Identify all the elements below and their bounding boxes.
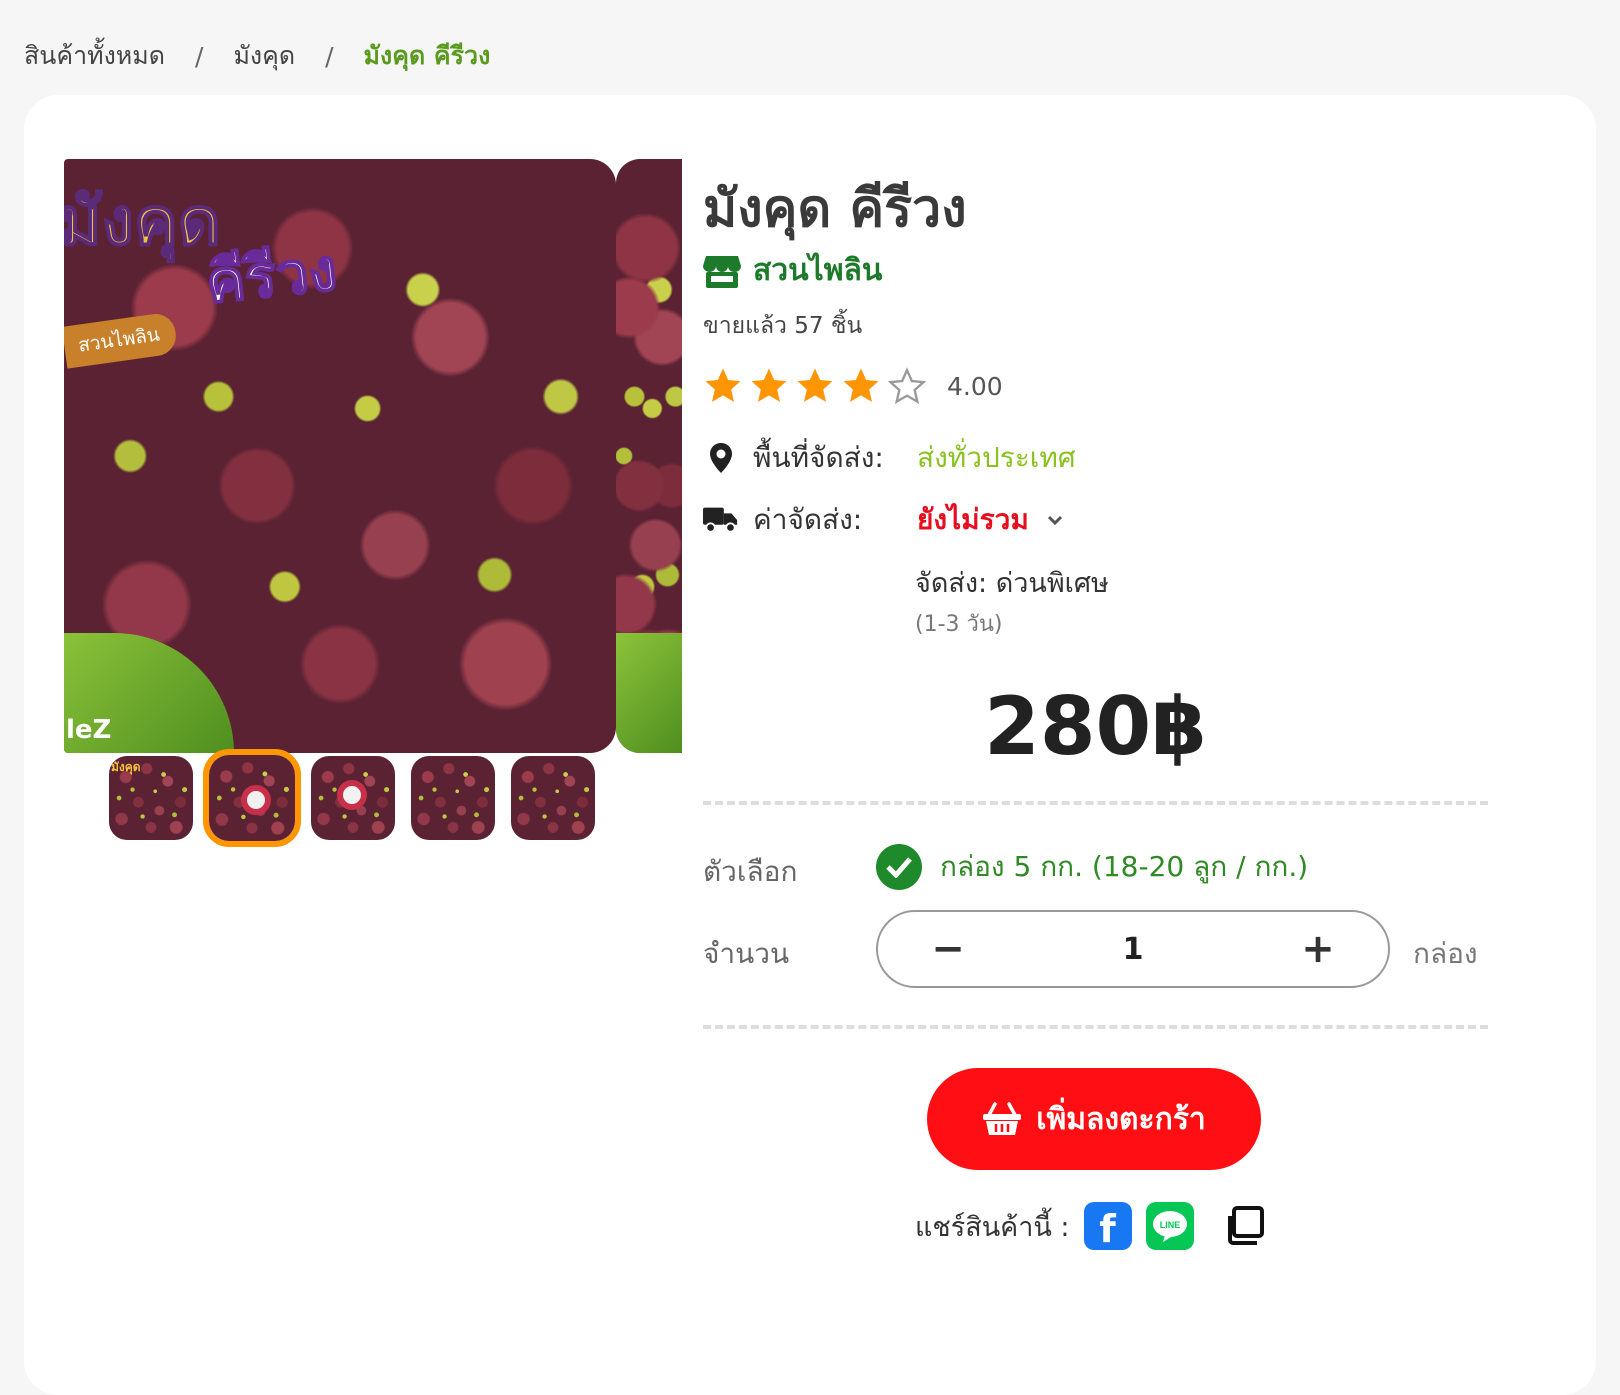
thumbnail-2[interactable] <box>203 749 301 847</box>
shipping-area-label: พื้นที่จัดส่ง: <box>753 441 884 474</box>
divider <box>703 801 1488 805</box>
quantity-unit: กล่อง <box>1413 937 1478 970</box>
shipping-fee-label: ค่าจัดส่ง: <box>753 503 863 536</box>
shipping-area-value: ส่งทั่วประเทศ <box>917 441 1076 474</box>
image-brand-text: leZ <box>66 715 112 745</box>
breadcrumb-all[interactable]: สินค้าทั้งหมด <box>24 36 165 76</box>
breadcrumb-category[interactable]: มังคุด <box>233 36 295 76</box>
rating: 4.00 <box>703 366 1003 406</box>
star-filled-icon <box>751 368 787 402</box>
check-circle-icon <box>876 844 922 890</box>
star-empty-icon <box>887 367 927 405</box>
thumbnail-fruit-cut <box>241 785 271 815</box>
rating-value: 4.00 <box>947 371 1003 401</box>
facebook-glyph: f <box>1099 1207 1116 1251</box>
divider <box>703 1025 1488 1029</box>
shipping-area-row: พื้นที่จัดส่ง: ส่งทั่วประเทศ <box>703 436 1076 480</box>
map-pin-icon <box>703 440 739 476</box>
truck-icon <box>703 502 739 538</box>
star-filled-icon <box>843 368 879 402</box>
chevron-down-icon[interactable] <box>1047 512 1063 528</box>
thumbnail-strip: มังคุด <box>109 749 595 847</box>
facebook-icon[interactable]: f <box>1083 1202 1132 1251</box>
image-title-line2: คีรีวง <box>202 234 341 317</box>
option-value: กล่อง 5 กก. (18-20 ลูก / กก.) <box>940 850 1309 883</box>
sold-count: ขายแล้ว 57 ชิ้น <box>703 313 863 339</box>
breadcrumb-separator: / <box>195 41 204 71</box>
product-main-image[interactable]: มังคุด คีรีวง สวนไพลิน leZ <box>64 159 616 753</box>
thumbnail-fruit-cut <box>337 780 367 810</box>
add-to-cart-label: เพิ่มลงตะกร้า <box>1036 1101 1206 1137</box>
shop-name: สวนไพลิน <box>753 253 883 288</box>
line-icon[interactable]: LINE <box>1145 1202 1194 1250</box>
shop-link[interactable]: สวนไพลิน <box>703 247 882 294</box>
product-next-image[interactable] <box>616 159 682 753</box>
shipping-days: (1-3 วัน) <box>915 612 1003 637</box>
star-filled-icon <box>705 368 741 402</box>
share-bar: แชร์สินค้านี้ : f LINE <box>915 1202 1270 1251</box>
thumbnail-4[interactable] <box>411 756 495 840</box>
thumbnail-image <box>411 756 495 840</box>
thumbnail-3[interactable] <box>311 756 395 840</box>
share-label: แชร์สินค้านี้ : <box>915 1211 1070 1243</box>
thumbnail-image <box>511 756 595 840</box>
add-to-cart-button[interactable]: เพิ่มลงตะกร้า <box>927 1068 1261 1170</box>
quantity-stepper: − 1 + <box>876 910 1390 988</box>
star-filled-icon <box>797 368 833 402</box>
breadcrumb-current: มังคุด คีรีวง <box>363 41 491 70</box>
quantity-minus-button[interactable]: − <box>928 926 968 972</box>
store-icon <box>703 255 741 288</box>
thumbnail-1[interactable]: มังคุด <box>109 756 193 840</box>
product-title: มังคุด คีรีวง <box>703 179 967 239</box>
option-label: ตัวเลือก <box>703 855 798 888</box>
basket-icon <box>983 1102 1022 1135</box>
image-title-line1: มังคุด <box>64 183 222 260</box>
shipping-method: จัดส่ง: ด่วนพิเศษ <box>915 568 1109 599</box>
shipping-fee-value: ยังไม่รวม <box>917 503 1029 536</box>
copy-icon[interactable] <box>1217 1202 1270 1250</box>
line-text: LINE <box>1159 1220 1180 1230</box>
shipping-fee-row[interactable]: ค่าจัดส่ง: ยังไม่รวม <box>703 498 1063 542</box>
quantity-label: จำนวน <box>703 937 790 970</box>
breadcrumb: สินค้าทั้งหมด / มังคุด / มังคุด คีรีวง <box>24 36 490 76</box>
option-selected[interactable]: กล่อง 5 กก. (18-20 ลูก / กก.) <box>876 844 1308 890</box>
thumbnail-5[interactable] <box>511 756 595 840</box>
image-brand-badge <box>616 633 682 753</box>
thumbnail-label: มังคุด <box>111 760 141 774</box>
product-price: 280฿ <box>984 680 1207 773</box>
breadcrumb-separator: / <box>325 41 334 71</box>
quantity-plus-button[interactable]: + <box>1298 926 1338 972</box>
quantity-input[interactable]: 1 <box>1123 932 1144 967</box>
